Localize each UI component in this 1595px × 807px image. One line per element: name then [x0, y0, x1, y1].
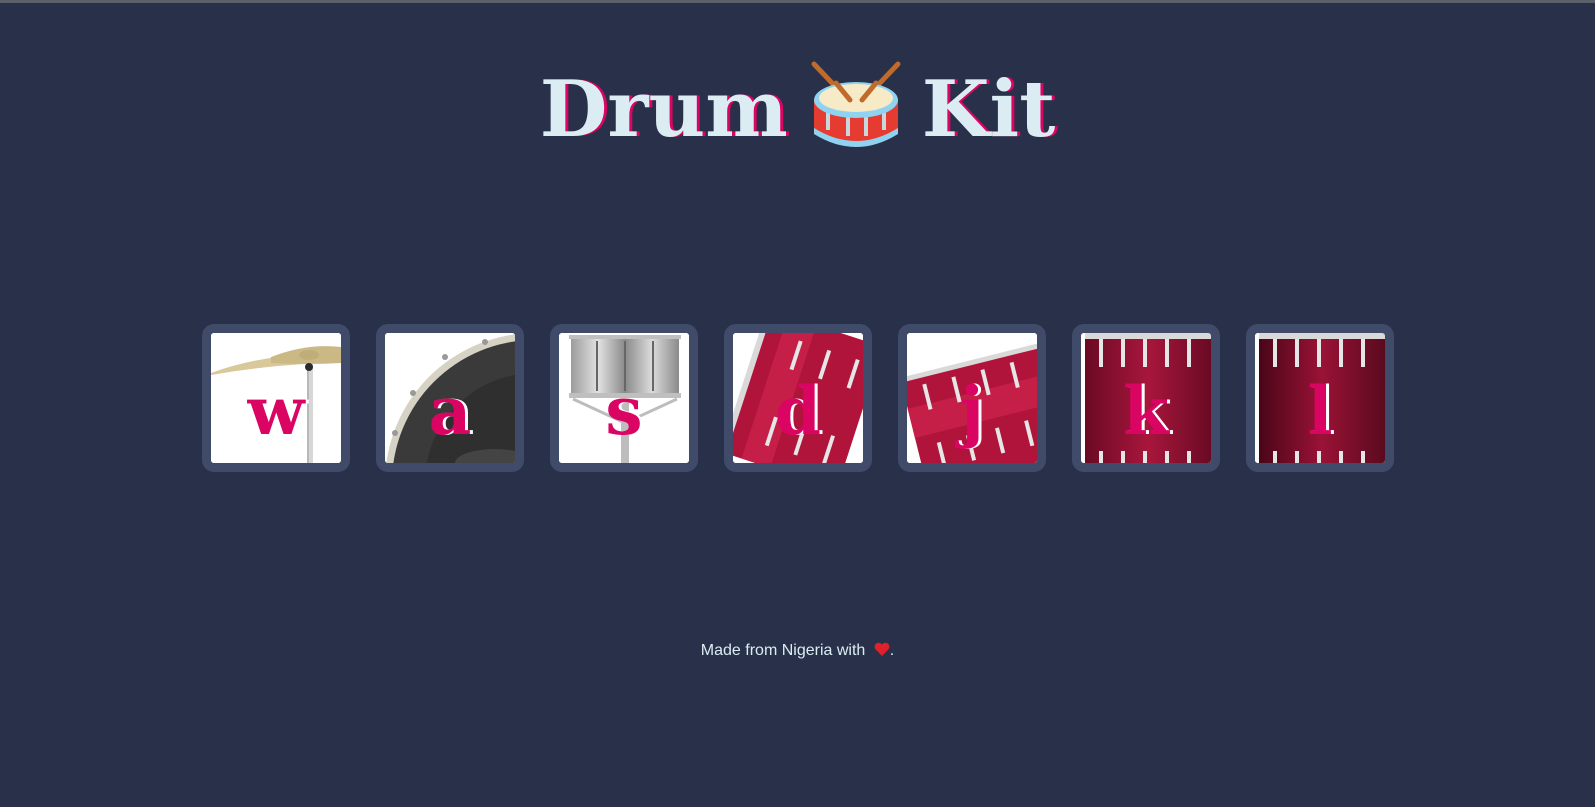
drum-key-label: j — [960, 372, 984, 450]
drum-face-w: w — [211, 333, 341, 463]
drum-key-label: k — [1123, 372, 1169, 450]
footer: Made from Nigeria with . — [0, 641, 1595, 661]
title-drum-word: Drum — [539, 63, 788, 155]
drum-face-s: s — [559, 333, 689, 463]
drum-icon — [808, 58, 904, 154]
title-kit-word: Kit — [921, 63, 1056, 155]
drum-button-a[interactable]: a — [376, 324, 524, 472]
drum-button-s[interactable]: s — [550, 324, 698, 472]
page-title: Drum Kit — [0, 52, 1595, 162]
drum-key-label: d — [774, 372, 822, 450]
drum-key-label: w — [247, 372, 305, 450]
drum-button-w[interactable]: w — [202, 324, 350, 472]
drum-key-label: a — [428, 372, 472, 450]
drum-key-label: s — [605, 372, 643, 450]
drum-set: w a s d j k l — [202, 324, 1402, 474]
footer-period: . — [889, 642, 895, 659]
drum-face-d: d — [733, 333, 863, 463]
drum-button-k[interactable]: k — [1072, 324, 1220, 472]
window-top-border — [0, 0, 1595, 3]
drum-button-d[interactable]: d — [724, 324, 872, 472]
heart-icon — [874, 642, 890, 656]
footer-text: Made from Nigeria with — [700, 642, 866, 659]
drum-face-a: a — [385, 333, 515, 463]
drum-face-j: j — [907, 333, 1037, 463]
drum-face-k: k — [1081, 333, 1211, 463]
drum-key-label: l — [1307, 372, 1333, 450]
drum-button-j[interactable]: j — [898, 324, 1046, 472]
drum-button-l[interactable]: l — [1246, 324, 1394, 472]
drum-face-l: l — [1255, 333, 1385, 463]
